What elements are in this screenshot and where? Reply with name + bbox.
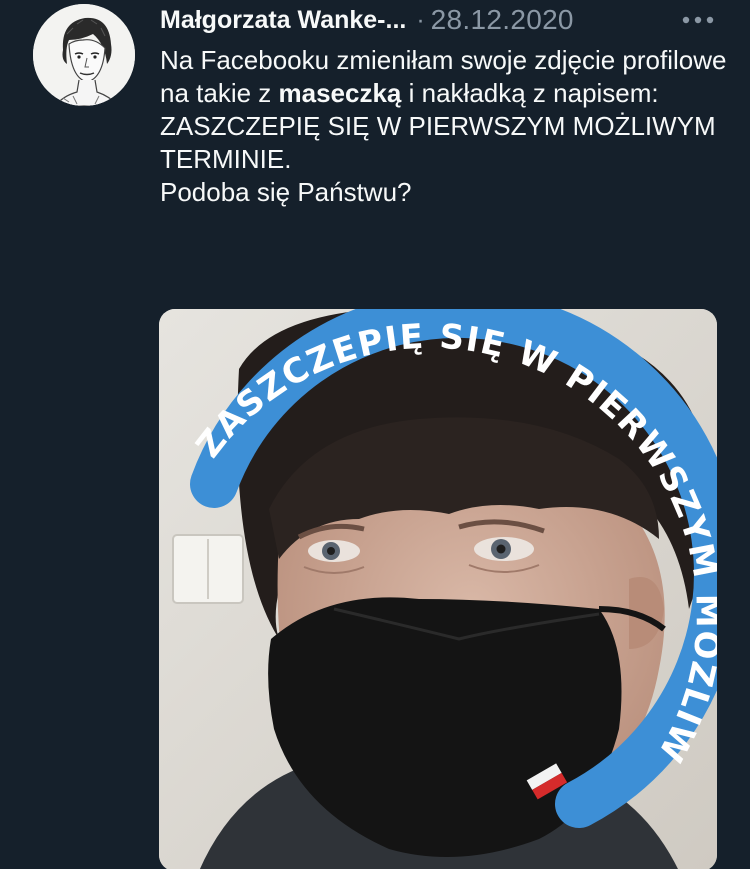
tweet-text: Na Facebooku zmieniłam swoje zdjęcie pro… <box>160 44 730 209</box>
tweet-text-bold: maseczką <box>278 78 402 108</box>
avatar-portrait-sketch <box>33 4 135 106</box>
author-name[interactable]: Małgorzata Wanke-... <box>160 6 406 35</box>
tweet: Małgorzata Wanke-... · 28.12.2020 Na Fac… <box>0 0 750 869</box>
author-avatar[interactable] <box>33 4 135 106</box>
more-horizontal-icon <box>682 16 714 24</box>
header-separator: · <box>416 5 425 34</box>
tweet-text-question: Podoba się Państwu? <box>160 177 412 207</box>
more-options-button[interactable] <box>676 6 720 34</box>
tweet-date[interactable]: 28.12.2020 <box>431 4 574 36</box>
tweet-header: Małgorzata Wanke-... · 28.12.2020 <box>160 3 574 37</box>
tweet-media-photo[interactable]: ZASZCZEPIĘ SIĘ W PIERWSZYM MOŻLIWYM TERM… <box>159 309 717 869</box>
photo-woman-in-mask: ZASZCZEPIĘ SIĘ W PIERWSZYM MOŻLIWYM TERM… <box>159 309 717 869</box>
tweet-text-paragraph: Na Facebooku zmieniłam swoje zdjęcie pro… <box>160 44 730 176</box>
